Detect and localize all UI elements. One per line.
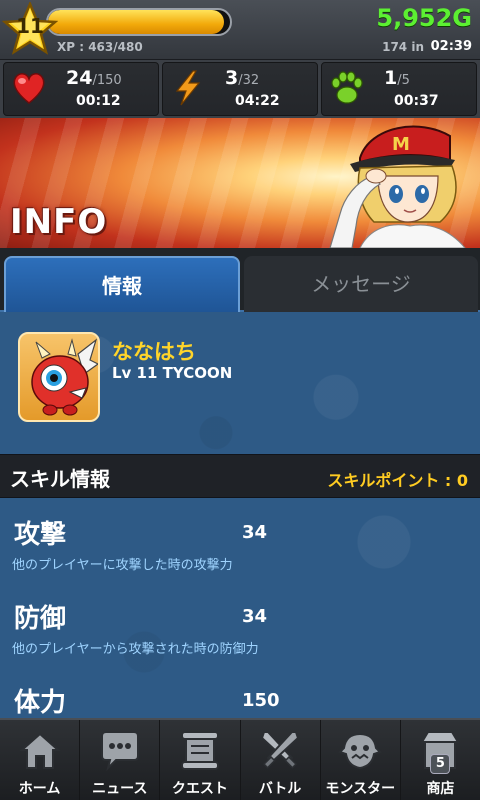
skill-section-title: スキル情報	[10, 467, 110, 491]
tab-bar: 情報 メッセージ	[0, 248, 480, 312]
nav-shop[interactable]: 5 商店	[401, 720, 480, 800]
nav-quest[interactable]: クエスト	[160, 720, 241, 800]
energy-current: 3	[225, 67, 239, 89]
stat-health[interactable]: 24/150 00:12	[3, 62, 159, 116]
skill-list: 攻撃 34 他のプレイヤーに攻撃した時の攻撃力 防御 34 他のプレイヤーから攻…	[0, 498, 480, 718]
health-timer: 00:12	[76, 93, 121, 109]
nav-label: ホーム	[18, 781, 61, 797]
skill-name: 攻撃	[14, 520, 67, 550]
xp-text: XP : 463/480	[57, 40, 143, 54]
paw-icon	[328, 69, 366, 107]
skill-value: 150	[242, 690, 280, 711]
skill-header: スキル情報 スキルポイント : 0	[0, 454, 480, 498]
stats-row: 24/150 00:12 3/32 04:22 1/5 00:37	[0, 60, 480, 118]
info-banner: M INFO	[0, 118, 480, 248]
monster-head-icon	[338, 728, 383, 772]
nav-monster[interactable]: モンスター	[321, 720, 401, 800]
bottom-nav: ホーム ニュース クエスト バトル モンスター 5 商店	[0, 718, 480, 800]
stamina-value: 1/5	[384, 67, 410, 89]
svg-text:M: M	[392, 134, 410, 155]
energy-value: 3/32	[225, 67, 259, 89]
skill-attack: 攻撃 34 他のプレイヤーに攻撃した時の攻撃力	[0, 498, 480, 578]
heart-icon	[10, 69, 48, 107]
stamina-timer: 00:37	[394, 93, 439, 109]
lightning-icon	[169, 69, 207, 107]
stat-energy[interactable]: 3/32 04:22	[162, 62, 318, 116]
nav-news[interactable]: ニュース	[80, 720, 161, 800]
health-max: /150	[92, 73, 122, 88]
skill-defense: 防御 34 他のプレイヤーから攻撃された時の防御力	[0, 582, 480, 662]
tab-messages[interactable]: メッセージ	[244, 256, 478, 312]
gold-amount: 5,952G	[376, 4, 472, 32]
skill-points: スキルポイント : 0	[327, 471, 468, 490]
skill-value: 34	[242, 522, 268, 543]
crossed-swords-icon	[258, 728, 302, 772]
skill-value: 34	[242, 606, 268, 627]
xp-progress-bar	[46, 8, 232, 36]
skill-stamina: 体力 150	[0, 666, 480, 718]
nav-label: クエスト	[171, 781, 228, 797]
avatar[interactable]	[18, 332, 100, 422]
shop-badge: 5	[430, 754, 451, 774]
tab-info[interactable]: 情報	[4, 256, 240, 312]
energy-timer: 04:22	[235, 93, 280, 109]
profile-panel: ななはち Lv 11 TYCOON	[0, 312, 480, 454]
level-number: 11	[16, 14, 44, 38]
energy-max: /32	[238, 73, 260, 88]
scroll-icon	[178, 728, 222, 772]
stamina-current: 1	[384, 67, 398, 89]
stat-stamina[interactable]: 1/5 00:37	[321, 62, 477, 116]
xp-progress-fill	[48, 10, 224, 34]
nav-label: モンスター	[325, 781, 396, 797]
banner-title: INFO	[10, 202, 108, 242]
coin-income: 174 in	[382, 40, 424, 54]
nav-home[interactable]: ホーム	[0, 720, 81, 800]
home-icon	[18, 728, 62, 772]
health-value: 24/150	[66, 67, 122, 89]
player-level: Lv 11 TYCOON	[112, 364, 233, 382]
skill-description: 他のプレイヤーに攻撃した時の攻撃力	[12, 558, 233, 573]
nav-label: ニュース	[92, 781, 148, 797]
level-badge: 11	[2, 2, 58, 56]
character-illustration: M	[300, 118, 480, 248]
speech-bubble-icon	[98, 728, 142, 772]
status-bar: 11 XP : 463/480 5,952G 174 in 02:39	[0, 0, 480, 60]
coin-timer: 02:39	[430, 39, 472, 54]
nav-label: 商店	[426, 781, 455, 797]
skill-name: 体力	[14, 688, 67, 718]
nav-battle[interactable]: バトル	[241, 720, 321, 800]
skill-name: 防御	[14, 604, 67, 634]
monster-avatar-icon	[31, 338, 98, 416]
nav-label: バトル	[258, 781, 302, 797]
player-name: ななはち	[112, 340, 196, 364]
health-current: 24	[66, 67, 93, 89]
stamina-max: /5	[397, 73, 410, 88]
skill-description: 他のプレイヤーから攻撃された時の防御力	[12, 642, 259, 657]
